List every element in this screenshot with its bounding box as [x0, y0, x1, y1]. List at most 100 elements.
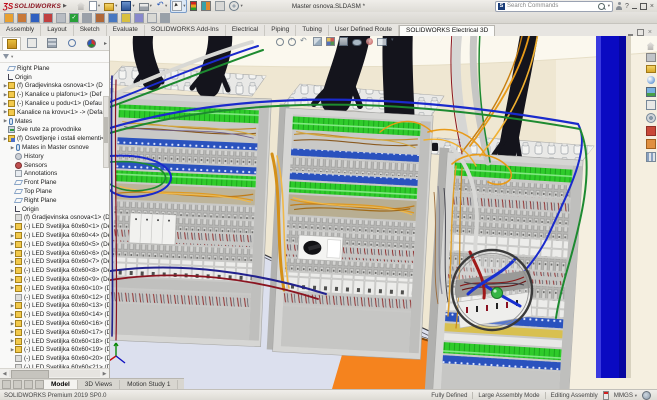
tree-item[interactable]: ▶(-) Kanalice u plafonu<1> (Def: [0, 90, 109, 99]
new-button[interactable]: ▾: [88, 0, 101, 12]
minimize-button[interactable]: [632, 8, 637, 10]
tree-item[interactable]: ▶(-) LED Svetiljka 60x60<14> (De: [0, 310, 109, 319]
globe-icon[interactable]: [642, 391, 651, 400]
taskpane-board-icon[interactable]: [646, 100, 656, 110]
tree-item[interactable]: ▶(-) LED Svetiljka 60x60<5> (Def: [0, 240, 109, 249]
caret-icon[interactable]: ▾: [240, 3, 242, 9]
caret-icon[interactable]: ▾: [115, 3, 117, 9]
help-button[interactable]: ?: [625, 3, 629, 10]
route-check-icon[interactable]: ✓: [69, 13, 79, 23]
tree-item[interactable]: ▶Kanalice na krovu<1> -> (Defa: [0, 108, 109, 117]
tree-item[interactable]: ▶(-) LED Svetiljka 60x60<13> (De: [0, 302, 109, 311]
panel-tab-display[interactable]: [82, 36, 101, 50]
tree-item[interactable]: ▶(-) LED Svetiljka 60x60<6> (Def: [0, 249, 109, 258]
restore-button[interactable]: [640, 3, 647, 10]
tree-vertical-scrollbar[interactable]: [103, 96, 109, 168]
save-button[interactable]: ▾: [120, 0, 135, 12]
panel-tabs-overflow-icon[interactable]: ▸: [104, 40, 107, 47]
scroll-left-icon[interactable]: ◀: [0, 371, 9, 377]
taskpane-palette-icon[interactable]: [647, 76, 655, 84]
tab-nav-button[interactable]: [13, 380, 22, 389]
tree-item[interactable]: (f) Gradjevinska osnova<1> (D: [0, 214, 109, 223]
caret-icon[interactable]: ▾: [183, 3, 185, 9]
panel-tab-features[interactable]: [2, 37, 21, 50]
close-button[interactable]: ×: [650, 3, 654, 10]
tree-item[interactable]: ▶(-) LED Svetiljka 60x60<8> (Def: [0, 266, 109, 275]
units-selector[interactable]: MMGS ▾: [614, 392, 637, 399]
tree-item[interactable]: ▶(-) LED Svetiljka 60x60<19> (De: [0, 346, 109, 355]
tab-nav-button[interactable]: [24, 380, 33, 389]
tree-item[interactable]: ▶(-) LED Svetiljka 60x60<17> (De: [0, 328, 109, 337]
undo-button[interactable]: ▾: [155, 1, 168, 11]
tree-item[interactable]: History: [0, 152, 109, 161]
blue-column[interactable]: [596, 36, 631, 378]
tab-nav-button[interactable]: [2, 380, 11, 389]
search-caret-icon[interactable]: ▾: [608, 3, 610, 9]
tree-item[interactable]: ▶(-) LED Svetiljka 60x60<4> (Def: [0, 231, 109, 240]
tab-solidworks-add-ins[interactable]: SOLIDWORKS Add-Ins: [145, 25, 226, 36]
properties-icon[interactable]: [4, 13, 14, 23]
report-icon[interactable]: [134, 13, 144, 23]
tab-layout[interactable]: Layout: [41, 25, 74, 36]
rail-icon[interactable]: [30, 13, 40, 23]
panel-tab-dimxpert[interactable]: [62, 36, 81, 50]
filter-caret-icon[interactable]: ▾: [11, 54, 13, 60]
tree-item[interactable]: Front Plane: [0, 178, 109, 187]
tree-item[interactable]: (-) LED Svetiljka 60x60<12> (De: [0, 293, 109, 302]
zoom-fit-icon[interactable]: [276, 38, 284, 46]
tab-evaluate[interactable]: Evaluate: [107, 25, 145, 36]
tab-user-defined-route[interactable]: User Defined Route: [329, 25, 399, 36]
tree-item[interactable]: Top Plane: [0, 187, 109, 196]
search-commands-box[interactable]: S Search Commands ▾: [495, 1, 613, 12]
tree-item[interactable]: Origin: [0, 205, 109, 214]
tree-item[interactable]: ▶(-) LED Svetiljka 60x60<16> (De: [0, 319, 109, 328]
tab-tubing[interactable]: Tubing: [296, 25, 329, 36]
tree-item[interactable]: ▶(-) LED Svetiljka 60x60<10> (De: [0, 284, 109, 293]
taskpane-box-orange-icon[interactable]: [646, 139, 656, 149]
tree-item[interactable]: ▶(-) LED Svetiljka 60x60<7> (Def: [0, 258, 109, 267]
tab-electrical[interactable]: Electrical: [226, 25, 265, 36]
open-button[interactable]: ▾: [103, 0, 118, 12]
hide-show-icon[interactable]: [352, 39, 362, 46]
tree-item[interactable]: ▶(-) LED Svetiljka 60x60<18> (De: [0, 337, 109, 346]
caret-icon[interactable]: ▾: [150, 3, 152, 9]
print-button[interactable]: ▾: [138, 1, 153, 12]
panel-tab-configurations[interactable]: [42, 36, 61, 50]
taskpane-grid-icon[interactable]: [646, 152, 656, 162]
rebuild-button[interactable]: [189, 0, 198, 12]
doc-restore-button[interactable]: [637, 29, 644, 36]
tree-item[interactable]: ▶(-) Kanalice u podu<1> (Defau: [0, 99, 109, 108]
refresh-icon[interactable]: [121, 13, 131, 23]
tree-item[interactable]: Right Plane: [0, 64, 109, 73]
tree-item[interactable]: Sve rute za provodnike: [0, 126, 109, 135]
unroute-icon[interactable]: [82, 13, 92, 23]
segregate-icon[interactable]: [108, 13, 118, 23]
visualize-button[interactable]: [200, 0, 212, 12]
tab-piping[interactable]: Piping: [265, 25, 296, 36]
appearances-icon[interactable]: [366, 38, 373, 45]
doc-tab-motion-study-1[interactable]: Motion Study 1: [120, 380, 178, 389]
tree-item[interactable]: ▶(-) LED Svetiljka 60x60<9> (Def: [0, 275, 109, 284]
taskpane-image-icon[interactable]: [646, 87, 656, 97]
zoom-area-icon[interactable]: [288, 38, 296, 46]
graphics-area[interactable]: ▾ ▸ ▾ Right PlaneOrigin▶(f) Gradjevinska…: [0, 36, 657, 389]
search-icon[interactable]: [598, 3, 605, 10]
magnifier[interactable]: [452, 250, 532, 330]
panel-tab-properties[interactable]: [22, 36, 41, 50]
cabinet-middle[interactable]: [267, 104, 434, 360]
tree-item[interactable]: ▶Mates: [0, 117, 109, 126]
wire-manager-icon[interactable]: [56, 13, 66, 23]
caret-icon[interactable]: ▾: [391, 37, 400, 46]
tree-item[interactable]: ▶(-) LED Svetiljka 60x60<1> (Def: [0, 222, 109, 231]
panels-button[interactable]: [214, 0, 226, 12]
tab-sketch[interactable]: Sketch: [74, 25, 107, 36]
tree-item[interactable]: ▶(f) Gradjevinska osnova<1> (D: [0, 82, 109, 91]
scene-icon[interactable]: [377, 38, 387, 46]
cabinet-icon[interactable]: [17, 13, 27, 23]
orientation-cube-icon[interactable]: [326, 37, 335, 46]
tab-solidworks-electrical-3d[interactable]: SOLIDWORKS Electrical 3D: [399, 25, 495, 36]
options-button[interactable]: ▾: [228, 0, 243, 12]
expander-icon[interactable]: ▶: [10, 145, 15, 151]
home-button[interactable]: [76, 1, 86, 11]
duct-icon[interactable]: [43, 13, 53, 23]
